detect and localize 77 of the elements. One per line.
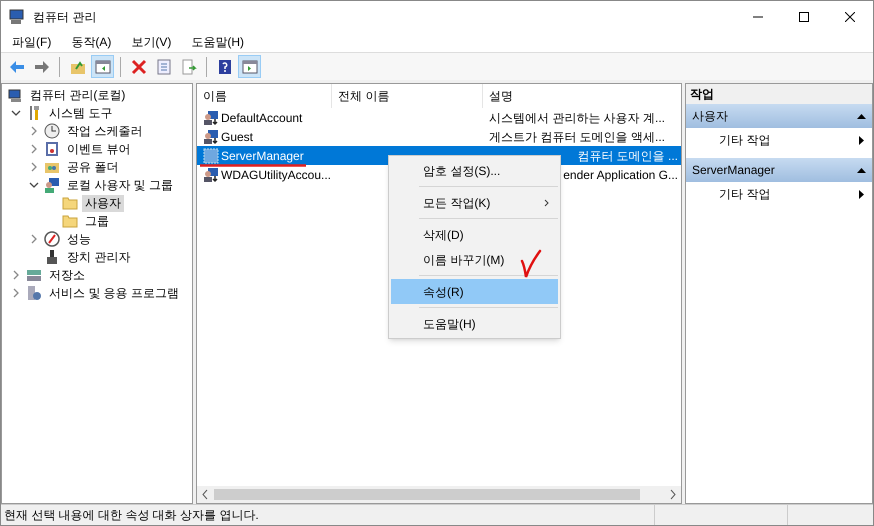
user-icon [203,148,219,164]
action-item[interactable]: 기타 작업 [686,128,872,152]
description: 게스트가 컴퓨터 도메인을 액세... [489,128,666,146]
check-mark-annotation [520,249,542,279]
description: 컴퓨터 도메인을 ... [577,148,678,164]
menu-item[interactable]: 보기(V) [126,32,176,52]
back-arrow-icon [8,58,24,74]
menu-item[interactable]: 동작(A) [66,32,116,52]
context-menu-item[interactable]: 도움말(H) [391,311,558,336]
user-name: DefaultAccount [221,110,302,126]
help-icon [216,58,232,74]
clock-icon [44,123,60,139]
context-menu-item[interactable]: 속성(R) [391,279,558,304]
submenu-arrow-icon [859,190,864,198]
user-name: WDAGUtilityAccou... [221,166,332,184]
forward-arrow-icon [34,58,50,74]
status-text: 현재 선택 내용에 대한 속성 대화 상자를 엽니다. [3,507,260,524]
description: 시스템에서 관리하는 사용자 계... [489,110,666,126]
tree-item[interactable]: 성능 [64,230,94,248]
close-icon [845,12,855,22]
context-menu-item[interactable]: 암호 설정(S)... [391,158,558,183]
user-icon [203,110,219,126]
services-icon [26,285,42,301]
description: ender Application G... [563,166,678,184]
column-header[interactable]: 설명 [483,84,681,108]
user-icon [203,166,219,182]
delete-icon [130,58,146,74]
scrollbar-thumb[interactable] [214,489,640,500]
context-menu-item[interactable]: 삭제(D) [391,222,558,247]
users-icon [44,177,60,193]
properties-icon [156,58,172,74]
column-header[interactable]: 전체 이름 [332,84,483,108]
storage-icon [26,267,42,283]
tree-item[interactable]: 이벤트 뷰어 [64,140,134,158]
tree-item[interactable]: 컴퓨터 관리(로컬) [28,86,128,104]
chevron-right-icon[interactable] [29,234,39,244]
device-icon [44,249,60,265]
menu-item[interactable]: 파일(F) [7,32,56,52]
tree-item[interactable]: 저장소 [46,266,88,284]
folder-icon [62,195,78,211]
export-icon [180,58,196,74]
actions-header: 작업 [686,84,872,104]
tree-item[interactable]: 장치 관리자 [64,248,134,266]
gauge-icon [44,231,60,247]
actions-section-header[interactable]: 사용자 [686,104,872,128]
folder-icon [62,213,78,229]
collapse-icon [857,114,866,118]
chevron-down-icon[interactable] [11,108,21,118]
context-menu-item[interactable]: 모든 작업(K) [391,190,558,215]
maximize-icon [799,12,809,22]
user-name: ServerManager [221,148,304,164]
tree-item[interactable]: 로컬 사용자 및 그룹 [64,176,176,194]
user-icon [203,128,219,144]
folder-up-icon [70,58,86,74]
computer-icon [8,87,24,103]
collapse-icon [857,168,866,172]
user-name: Guest [221,128,254,146]
submenu-arrow-icon [859,136,864,144]
context-menu-item[interactable]: 이름 바꾸기(M) [391,247,558,272]
window-title: 컴퓨터 관리 [33,8,96,26]
action-item[interactable]: 기타 작업 [686,182,872,206]
menu-item[interactable]: 도움말(H) [186,32,249,52]
tree-item[interactable]: 공유 폴더 [64,158,122,176]
tree-item[interactable]: 그룹 [82,212,112,230]
log-book-icon [44,141,60,157]
toolbar-button[interactable] [91,55,114,78]
pane-toggle-icon [242,58,258,74]
tree-item[interactable]: 사용자 [82,194,124,212]
tree-item[interactable]: 서비스 및 응용 프로그램 [46,284,182,302]
pane-toggle-icon [94,58,110,74]
column-header[interactable]: 이름 [197,84,332,108]
tree-item[interactable]: 시스템 도구 [46,104,116,122]
tree-item[interactable]: 작업 스케줄러 [64,122,146,140]
chevron-down-icon[interactable] [29,180,39,190]
computer-icon [9,8,25,24]
toolbar-button[interactable] [238,55,261,78]
actions-section-header[interactable]: ServerManager [686,158,872,182]
